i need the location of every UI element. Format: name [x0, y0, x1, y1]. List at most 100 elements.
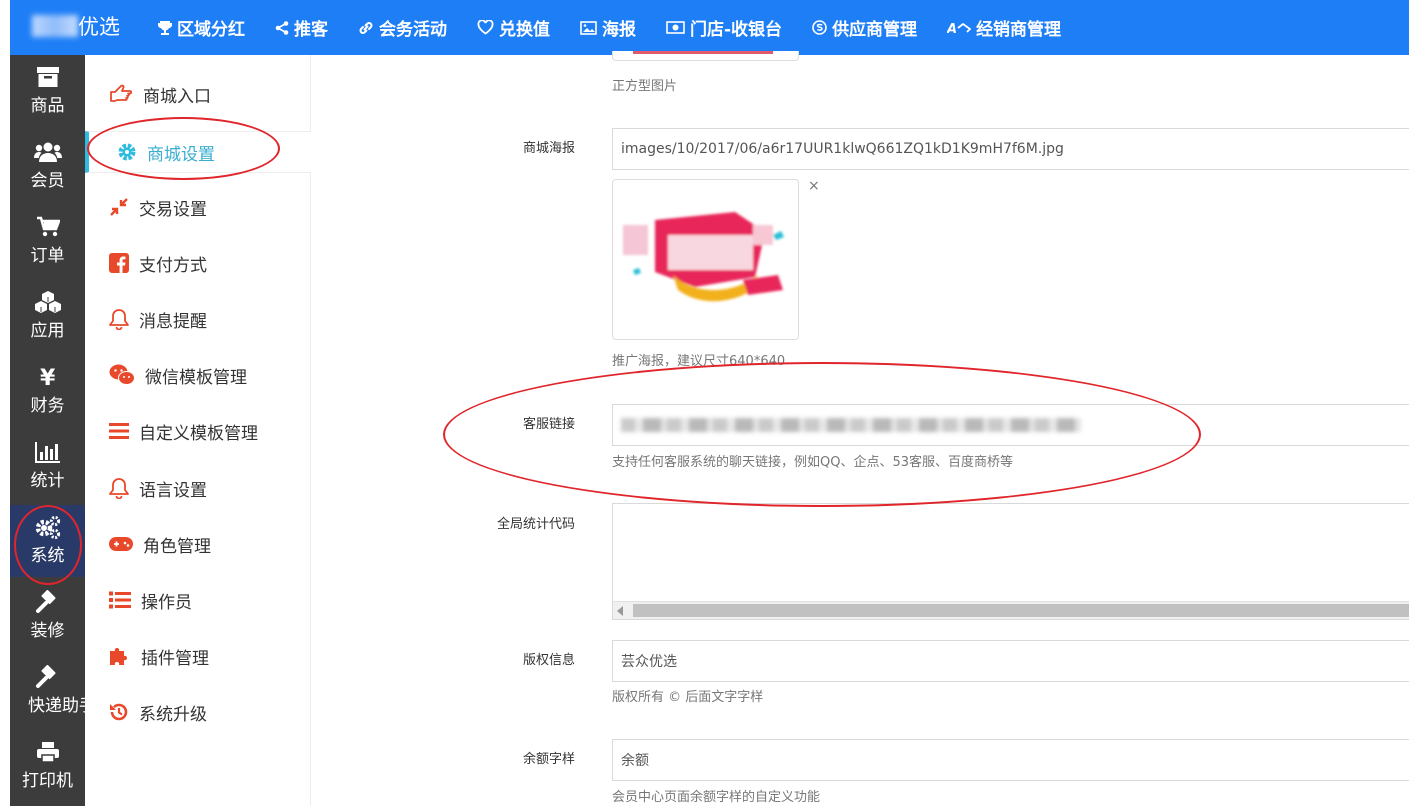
bell-icon: [109, 478, 129, 499]
nav-label: 门店-收银台: [690, 20, 783, 40]
sidebar-item-express[interactable]: 快递助手: [10, 655, 85, 727]
nav-item-poster[interactable]: 海报: [580, 15, 636, 40]
service-link-label: 客服链接: [522, 417, 575, 432]
gear-icon: [118, 143, 136, 161]
poster-label: 商城海报: [522, 141, 575, 156]
submenu-label: 消息提醒: [139, 311, 207, 332]
submenu-item-language[interactable]: 语言设置: [85, 468, 311, 508]
copyright-help: 版权所有 © 后面文字字样: [612, 690, 764, 705]
submenu-item-plugins[interactable]: 插件管理: [85, 636, 311, 676]
image-icon: [580, 20, 597, 35]
sidebar-item-decoration[interactable]: 装修: [10, 580, 85, 652]
nav-label: 供应商管理: [832, 20, 918, 40]
sidebar-item-finance[interactable]: ¥ 财务: [10, 355, 85, 427]
vendor-icon: A: [947, 22, 972, 35]
users-icon: [33, 142, 62, 162]
submenu-item-wechat-templates[interactable]: 微信模板管理: [85, 355, 311, 395]
gavel-icon: [35, 590, 56, 613]
sidebar-item-orders[interactable]: 订单: [10, 205, 85, 277]
nav-item-supplier[interactable]: 供应商管理: [812, 15, 917, 40]
scroll-left-arrow[interactable]: [617, 606, 623, 616]
puzzle-icon: [110, 648, 127, 665]
submenu-item-operators[interactable]: 操作员: [85, 580, 311, 620]
cart-icon: [36, 216, 60, 237]
nav-item-pusher[interactable]: 推客: [275, 15, 328, 40]
stats-code-label: 全局统计代码: [496, 517, 575, 532]
sidebar-item-members[interactable]: 会员: [10, 130, 85, 202]
submenu-item-roles[interactable]: 角色管理: [85, 524, 311, 564]
sidebar-label: 系统: [30, 546, 65, 566]
sidebar-label: 订单: [30, 246, 65, 266]
poster-thumbnail[interactable]: [612, 179, 799, 340]
poster-help: 推广海报，建议尺寸640*640: [612, 354, 786, 369]
horizontal-scrollbar[interactable]: [613, 601, 1409, 619]
nav-label: 兑换值: [499, 20, 550, 40]
top-left-pad: [0, 0, 10, 55]
share-icon: [275, 20, 289, 35]
submenu-item-system-upgrade[interactable]: 系统升级: [85, 692, 311, 732]
bell-icon: [109, 309, 129, 330]
svg-text:¥: ¥: [40, 366, 56, 388]
submenu-item-custom-templates[interactable]: 自定义模板管理: [85, 411, 311, 451]
nav-item-region-dividend[interactable]: 区域分红: [158, 15, 245, 40]
sidebar-item-apps[interactable]: 应用: [10, 280, 85, 352]
service-link-input[interactable]: [612, 404, 1409, 446]
brand-logo[interactable]: 优选: [32, 12, 120, 40]
sidebar-label: 商品: [30, 96, 65, 116]
skype-icon: [812, 20, 827, 35]
cubes-icon: [34, 291, 61, 313]
bars-icon: [109, 423, 129, 439]
submenu-label: 系统升级: [139, 704, 207, 725]
sidebar-item-goods[interactable]: 商品: [10, 55, 85, 127]
sidebar-label: 统计: [30, 471, 65, 491]
square-image-help: 正方型图片: [612, 79, 678, 94]
nav-item-exchange[interactable]: 兑换值: [477, 15, 550, 40]
settings-submenu: 商城入口 商城设置 交易设置 支付方式 消息提醒 微信模板管理 自定义模板管理 …: [85, 55, 311, 806]
nav-label: 经销商管理: [976, 20, 1062, 40]
money-icon: [666, 21, 685, 34]
submenu-label: 插件管理: [141, 648, 209, 669]
copyright-label: 版权信息: [522, 653, 575, 668]
submenu-label: 交易设置: [139, 199, 207, 220]
nav-item-dealer[interactable]: A 经销商管理: [947, 15, 1061, 40]
submenu-item-notifications[interactable]: 消息提醒: [85, 299, 311, 339]
gamepad-icon: [109, 537, 133, 551]
scrollbar-thumb[interactable]: [633, 604, 1409, 617]
sidebar-item-system[interactable]: 系统: [10, 505, 85, 577]
nav-item-events[interactable]: 会务活动: [358, 15, 447, 40]
sidebar-label: 装修: [30, 621, 65, 641]
submenu-item-shop-entry[interactable]: 商城入口: [85, 74, 311, 114]
link-icon: [359, 21, 373, 34]
poster-path-input[interactable]: images/10/2017/06/a6r17UUR1klwQ661ZQ1kD1…: [612, 128, 1409, 170]
settings-form: 正方型图片 商城海报 images/10/2017/06/a6r17UUR1kl…: [312, 51, 1409, 806]
submenu-item-shop-settings[interactable]: 商城设置: [85, 131, 311, 173]
submenu-label: 商城设置: [147, 144, 215, 165]
facebook-icon: [109, 253, 129, 273]
remove-poster-button[interactable]: ×: [808, 178, 820, 194]
wechat-icon: [109, 364, 135, 385]
submenu-label: 操作员: [141, 592, 192, 613]
stats-code-textarea[interactable]: [612, 503, 1409, 620]
sidebar-label: 财务: [30, 396, 65, 416]
sidebar-label: 快递助手: [28, 696, 85, 716]
sidebar-label: 打印机: [22, 771, 73, 791]
submenu-item-trade-settings[interactable]: 交易设置: [85, 187, 311, 227]
sidebar-item-stats[interactable]: 统计: [10, 430, 85, 502]
balance-label: 余额字样: [522, 752, 575, 767]
submenu-label: 角色管理: [143, 536, 211, 557]
brand-blur: [32, 15, 78, 37]
sidebar-label: 会员: [30, 171, 65, 191]
nav-label: 区域分红: [177, 20, 245, 40]
copyright-input[interactable]: 芸众优选: [612, 640, 1409, 682]
sidebar-item-printer[interactable]: 打印机: [10, 730, 85, 802]
service-link-help: 支持任何客服系统的聊天链接，例如QQ、企点、53客服、百度商桥等: [612, 455, 1014, 470]
nav-label: 海报: [602, 20, 636, 40]
balance-input[interactable]: 余额: [612, 739, 1409, 781]
square-image-preview: [612, 51, 799, 61]
print-icon: [36, 742, 59, 763]
bar-chart-icon: [34, 442, 60, 463]
submenu-item-payment[interactable]: 支付方式: [85, 243, 311, 283]
nav-item-cashier[interactable]: 门店-收银台: [666, 15, 782, 40]
main-sidebar: 商品 会员 订单 应用 ¥ 财务 统计 系统 装修 快递助手 打印机: [10, 55, 85, 806]
yen-icon: ¥: [40, 366, 56, 388]
